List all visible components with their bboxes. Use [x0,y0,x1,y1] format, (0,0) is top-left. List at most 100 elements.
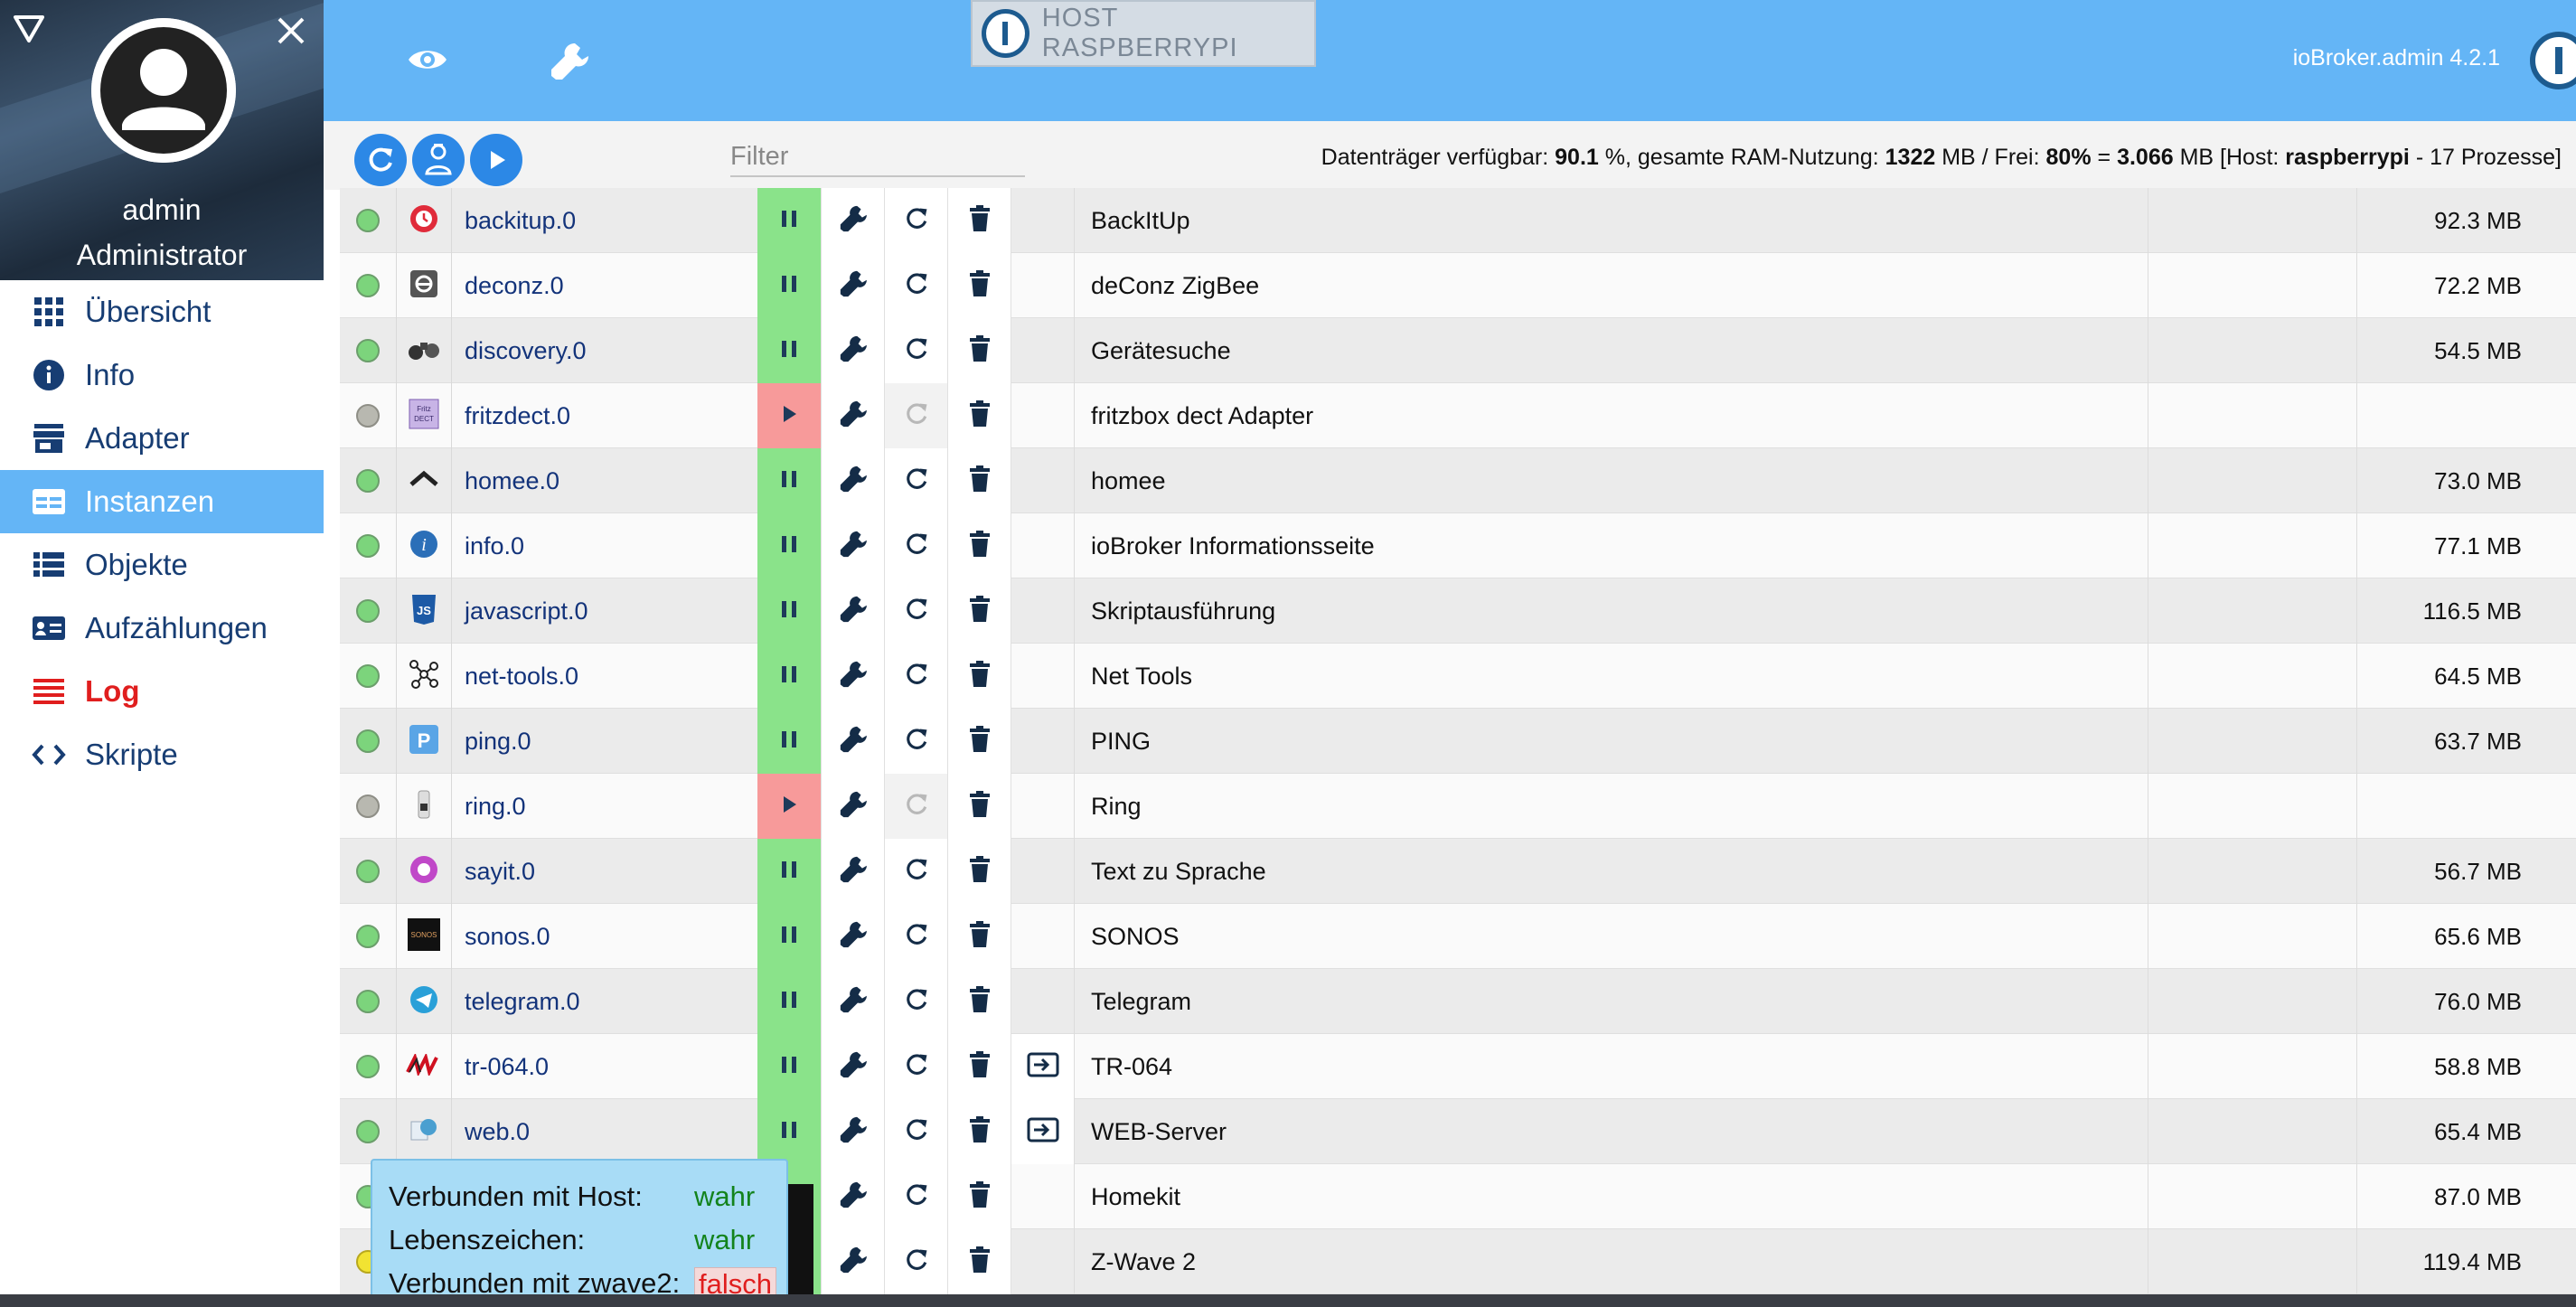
menu-collapse-icon[interactable] [13,14,45,43]
sidebar-item-objects[interactable]: Objekte [0,533,324,597]
delete-button[interactable] [947,839,1011,904]
delete-button[interactable] [947,774,1011,839]
instance-name[interactable]: info.0 [452,513,645,578]
restart-button[interactable] [884,1164,947,1229]
sidebar-item-overview[interactable]: Übersicht [0,280,324,343]
delete-button[interactable] [947,644,1011,709]
pause-instance-button[interactable] [757,318,821,383]
settings-button[interactable] [821,969,884,1034]
settings-button[interactable] [821,774,884,839]
host-selector[interactable]: HOST RASPBERRYPI [971,0,1316,67]
delete-button[interactable] [947,1164,1011,1229]
settings-button[interactable] [821,383,884,448]
settings-button[interactable] [821,318,884,383]
instance-name[interactable]: net-tools.0 [452,644,645,709]
delete-button[interactable] [947,1099,1011,1164]
pause-instance-button[interactable] [757,448,821,513]
open-web-button[interactable] [1011,1099,1074,1164]
pause-instance-button[interactable] [757,513,821,578]
restart-button[interactable] [884,318,947,383]
restart-button[interactable] [884,1229,947,1294]
instance-name[interactable]: ring.0 [452,774,645,839]
pause-instance-button[interactable] [757,188,821,253]
delete-button[interactable] [947,578,1011,644]
settings-button[interactable] [821,253,884,318]
pause-instance-button[interactable] [757,1034,821,1099]
instance-name[interactable]: backitup.0 [452,188,645,253]
restart-button[interactable] [884,1099,947,1164]
restart-button[interactable] [884,839,947,904]
instance-name[interactable]: web.0 [452,1099,645,1164]
delete-button[interactable] [947,253,1011,318]
settings-button[interactable] [821,1099,884,1164]
delete-button[interactable] [947,188,1011,253]
instance-name[interactable]: telegram.0 [452,969,645,1034]
start-instance-button[interactable] [757,383,821,448]
close-icon[interactable] [275,14,307,47]
pause-instance-button[interactable] [757,839,821,904]
delete-button[interactable] [947,709,1011,774]
sidebar-item-enums[interactable]: Aufzählungen [0,597,324,660]
instance-name[interactable]: discovery.0 [452,318,645,383]
sidebar-item-info[interactable]: Info [0,343,324,407]
delete-button[interactable] [947,318,1011,383]
open-web-button[interactable] [1011,1034,1074,1099]
pause-instance-button[interactable] [757,644,821,709]
start-instance-button[interactable] [757,774,821,839]
delete-button[interactable] [947,1229,1011,1294]
settings-button[interactable] [821,188,884,253]
restart-button[interactable] [884,969,947,1034]
sidebar-item-log[interactable]: Log [0,660,324,723]
restart-button[interactable] [884,188,947,253]
delete-button[interactable] [947,513,1011,578]
delete-button[interactable] [947,383,1011,448]
settings-button[interactable] [821,644,884,709]
sidebar-item-scripts[interactable]: Skripte [0,723,324,786]
restart-button[interactable] [884,448,947,513]
settings-button[interactable] [821,1034,884,1099]
instance-name[interactable]: fritzdect.0 [452,383,645,448]
settings-button[interactable] [821,1164,884,1229]
wrench-icon[interactable] [548,40,591,83]
restart-button[interactable] [884,904,947,969]
pause-instance-button[interactable] [757,253,821,318]
instance-name[interactable]: ping.0 [452,709,645,774]
restart-button[interactable] [884,1034,947,1099]
delete-button[interactable] [947,1034,1011,1099]
settings-button[interactable] [821,839,884,904]
restart-button[interactable] [884,253,947,318]
restart-button[interactable] [884,578,947,644]
delete-button[interactable] [947,969,1011,1034]
settings-button[interactable] [821,513,884,578]
restart-button[interactable] [884,513,947,578]
refresh-button[interactable] [354,134,407,186]
settings-button[interactable] [821,904,884,969]
settings-button[interactable] [821,1229,884,1294]
sidebar-item-instances[interactable]: Instanzen [0,470,324,533]
filter-input[interactable] [730,137,1025,177]
instance-name[interactable]: deconz.0 [452,253,645,318]
trash-icon [968,334,992,367]
delete-button[interactable] [947,904,1011,969]
pause-instance-button[interactable] [757,904,821,969]
settings-button[interactable] [821,709,884,774]
expert-mode-button[interactable] [412,134,465,186]
sidebar-item-adapters[interactable]: Adapter [0,407,324,470]
instance-name[interactable]: tr-064.0 [452,1034,645,1099]
settings-button[interactable] [821,578,884,644]
start-all-button[interactable] [470,134,522,186]
settings-button[interactable] [821,448,884,513]
pause-instance-button[interactable] [757,969,821,1034]
instance-name[interactable]: sonos.0 [452,904,645,969]
instance-name[interactable]: sayit.0 [452,839,645,904]
pause-instance-button[interactable] [757,709,821,774]
eye-icon[interactable] [407,45,448,74]
pause-instance-button[interactable] [757,578,821,644]
restart-button[interactable] [884,709,947,774]
pause-instance-button[interactable] [757,1099,821,1164]
delete-button[interactable] [947,448,1011,513]
restart-button[interactable] [884,644,947,709]
instance-name[interactable]: homee.0 [452,448,645,513]
avatar[interactable] [91,18,236,163]
instance-name[interactable]: javascript.0 [452,578,645,644]
